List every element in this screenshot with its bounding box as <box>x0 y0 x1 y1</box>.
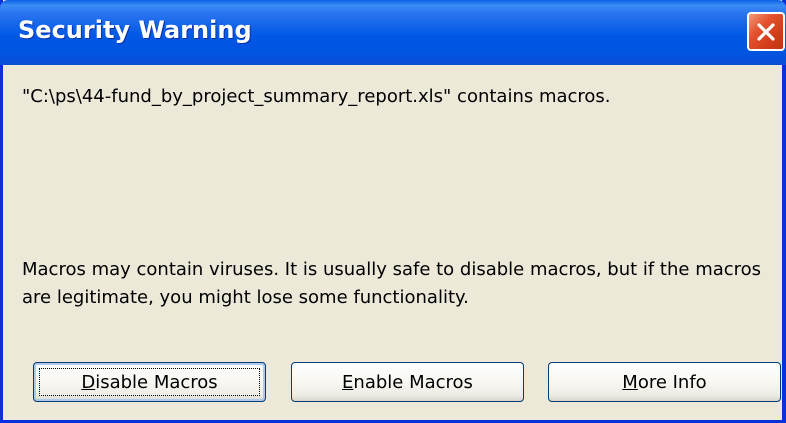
macro-file-message: "C:\ps\44-fund_by_project_summary_report… <box>22 86 611 107</box>
close-icon <box>757 22 775 41</box>
disable-macros-label: Disable Macros <box>81 371 218 393</box>
enable-macros-button[interactable]: Enable Macros <box>291 362 524 402</box>
disable-macros-button[interactable]: Disable Macros <box>33 362 266 402</box>
title-bar[interactable]: Security Warning <box>0 0 786 65</box>
more-info-label: More Info <box>622 371 707 393</box>
more-info-button[interactable]: More Info <box>548 362 781 402</box>
security-warning-dialog: Security Warning "C:\ps\44-fund_by_proje… <box>0 0 786 423</box>
close-button[interactable] <box>747 12 785 51</box>
macro-warning-text: Macros may contain viruses. It is usuall… <box>22 259 762 308</box>
dialog-title: Security Warning <box>18 16 252 44</box>
enable-macros-label: Enable Macros <box>342 371 473 393</box>
